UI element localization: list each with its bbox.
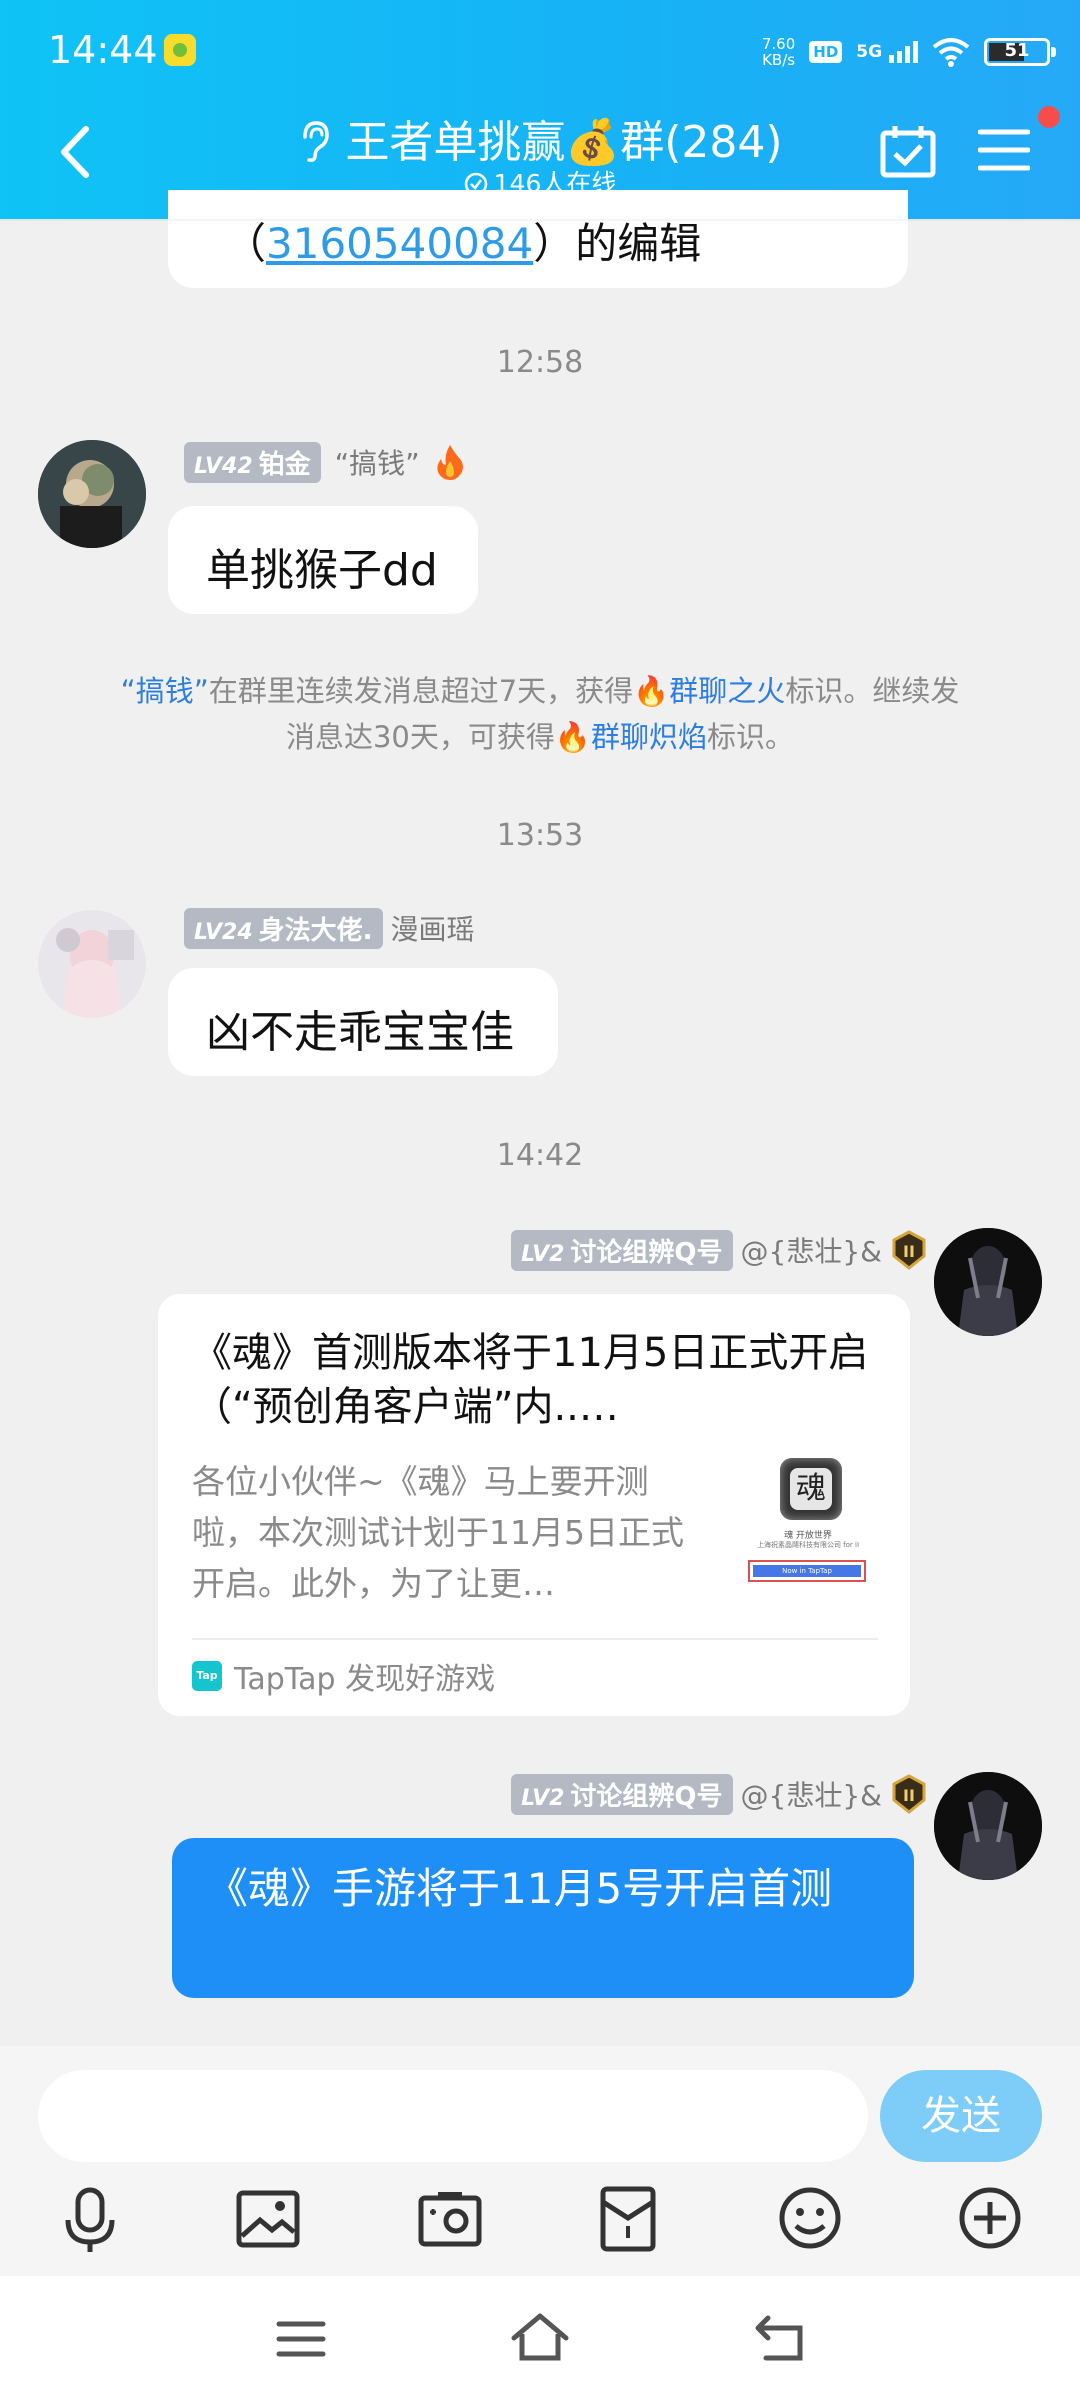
hd-icon: HD xyxy=(809,41,843,63)
avatar[interactable] xyxy=(934,1772,1042,1880)
avatar[interactable] xyxy=(38,910,146,1018)
unread-badge xyxy=(1038,106,1060,128)
timestamp: 13:53 xyxy=(496,818,584,853)
level-badge: LV42 铂金 xyxy=(184,441,321,483)
game-icon: 魂 xyxy=(780,1458,842,1520)
flame-icon: 🔥 xyxy=(554,720,591,754)
rank-emblem-icon: II xyxy=(892,1774,926,1814)
menu-icon[interactable] xyxy=(978,128,1030,172)
sender-info: LV2 讨论组辨Q号 @{悲壮}& II xyxy=(511,1772,928,1816)
card-thumbnail: 魂 魂 开放世界 上海祝素晶飓科技有限公司 for iI Now in TapT… xyxy=(738,1452,878,1592)
sender-info: LV24 身法大佬. 漫画瑶 xyxy=(184,906,475,950)
sender-name[interactable]: @{悲壮}& xyxy=(741,1774,882,1814)
level-badge: LV2 讨论组辨Q号 xyxy=(511,1229,733,1271)
camera-icon[interactable] xyxy=(418,2190,482,2248)
system-navigation-bar xyxy=(0,2276,1080,2400)
input-panel: 发送 xyxy=(0,2046,1080,2276)
back-nav-icon[interactable] xyxy=(754,2314,806,2362)
sender-name[interactable]: 漫画瑶 xyxy=(391,908,475,948)
card-title: 《魂》首测版本将于11月5日正式开启（“预创角客户端”内..… xyxy=(192,1330,869,1430)
message-bubble[interactable]: 单挑猴子dd xyxy=(168,506,478,614)
level-badge: LV24 身法大佬. xyxy=(184,907,383,949)
network-speed: 7.60 KB/s xyxy=(761,35,796,69)
plus-icon[interactable] xyxy=(958,2186,1022,2250)
signal-5g-icon: 5G xyxy=(856,41,918,63)
image-icon[interactable] xyxy=(236,2190,300,2248)
header-shadow xyxy=(0,219,1080,221)
taptap-logo-icon: Tap xyxy=(192,1661,222,1691)
timestamp: 12:58 xyxy=(496,345,584,380)
fire-icon: 🔥 xyxy=(633,674,670,708)
svg-text:II: II xyxy=(903,1786,915,1805)
red-envelope-icon[interactable] xyxy=(600,2186,656,2252)
badge-link[interactable]: 群聊之火 xyxy=(669,674,785,708)
microphone-icon[interactable] xyxy=(60,2186,120,2254)
card-description: 各位小伙伴~《魂》马上要开测啦，本次测试计划于11月5日正式开启。此外，为了让更… xyxy=(192,1462,684,1603)
avatar[interactable] xyxy=(934,1228,1042,1336)
battery-icon: 51 xyxy=(984,38,1056,66)
sender-info: LV42 铂金 “搞钱” xyxy=(184,440,466,484)
message-bubble-partial[interactable]: （3160540084）的编辑 xyxy=(168,190,908,288)
sender-name[interactable]: @{悲壮}& xyxy=(741,1230,882,1270)
emoji-icon[interactable] xyxy=(778,2186,842,2250)
level-badge: LV2 讨论组辨Q号 xyxy=(511,1773,733,1815)
rank-emblem-icon: II xyxy=(892,1230,926,1270)
home-icon[interactable] xyxy=(510,2312,570,2362)
send-button[interactable]: 发送 xyxy=(880,2070,1042,2162)
self-message-bubble[interactable]: 《魂》手游将于11月5号开启首测 xyxy=(172,1838,914,1998)
ear-icon xyxy=(303,121,330,162)
avatar[interactable] xyxy=(38,440,146,548)
link-card[interactable]: 《魂》首测版本将于11月5日正式开启（“预创角客户端”内..… 各位小伙伴~《魂… xyxy=(158,1294,910,1716)
sender-info: LV2 讨论组辨Q号 @{悲壮}& II xyxy=(511,1228,928,1272)
message-input[interactable] xyxy=(38,2070,868,2162)
status-icons: 7.60 KB/s HD 5G 51 xyxy=(761,30,1056,74)
user-link[interactable]: “搞钱” xyxy=(121,674,209,708)
card-source: Tap TapTap 发现好游戏 xyxy=(192,1656,495,1697)
calendar-check-icon[interactable] xyxy=(880,124,936,178)
badge-link[interactable]: 群聊炽焰 xyxy=(591,720,707,754)
timestamp: 14:42 xyxy=(496,1138,584,1173)
app-notification-icon xyxy=(164,34,196,66)
qq-number-link[interactable]: 3160540084 xyxy=(266,219,533,268)
message-bubble[interactable]: 凶不走乖宝宝佳 xyxy=(168,968,558,1076)
sender-name[interactable]: “搞钱” xyxy=(335,442,420,482)
status-time: 14:44 xyxy=(48,28,158,72)
wifi-icon xyxy=(932,38,970,67)
system-notice: “搞钱”在群里连续发消息超过7天，获得🔥群聊之火标识。继续发 消息达30天，可获… xyxy=(120,674,960,754)
fire-icon xyxy=(437,445,463,480)
chat-header: 14:44 7.60 KB/s HD 5G 51 王者单挑赢💰群(284) 146… xyxy=(0,0,1080,219)
recent-apps-icon[interactable] xyxy=(276,2320,326,2358)
svg-text:II: II xyxy=(903,1242,915,1261)
card-divider xyxy=(192,1638,878,1640)
